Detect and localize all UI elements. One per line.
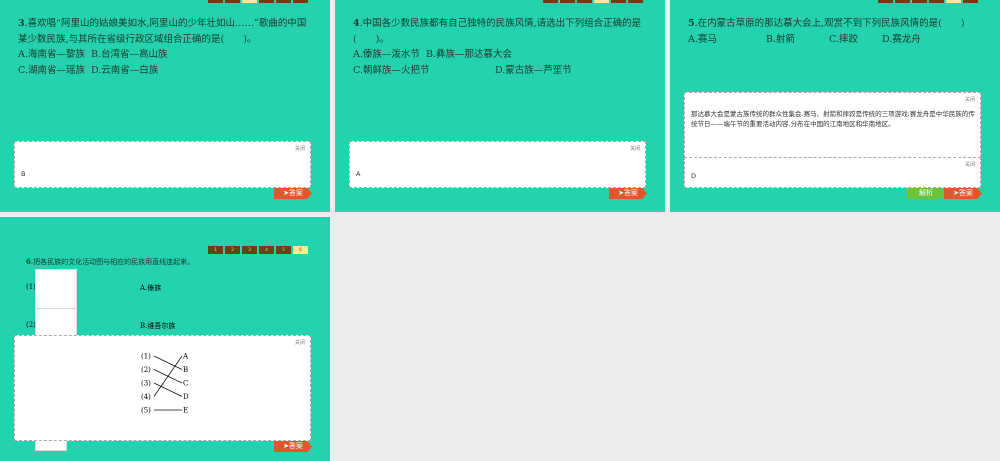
slide-question-5: 5.在内蒙古草原的那达慕大会上,观赏不到下列民族风情的是( ) A.赛马 B.射箭… <box>670 0 1000 212</box>
nav-4[interactable] <box>594 0 609 3</box>
page-nav <box>878 0 978 3</box>
close-button[interactable]: 关闭 <box>295 145 305 152</box>
answer-text: A <box>356 170 361 178</box>
page-nav <box>208 0 308 3</box>
matching-diagram: (1) (2) (3) (4) (5) ABCDE <box>141 353 189 415</box>
dance-image-1 <box>35 269 77 309</box>
page-nav: 123456 <box>208 246 308 254</box>
option-d: D.赛龙舟 <box>882 33 921 45</box>
analysis-box: 关闭 那达慕大会是蒙古族传统的群众性集会.赛马、射箭和摔跤是传统的三项游戏;赛龙… <box>684 92 981 158</box>
answer-button[interactable]: ➤答案 <box>944 188 982 199</box>
match-right-label: A <box>182 353 189 361</box>
nav-2[interactable] <box>560 0 575 3</box>
nav-2[interactable] <box>895 0 910 3</box>
nav-6[interactable] <box>293 0 308 3</box>
option-b: B.台湾省—高山族 <box>90 49 168 60</box>
match-left-label: (5) <box>141 407 151 415</box>
option-b: B.彝族—那达慕大会 <box>425 49 512 60</box>
nav-3[interactable] <box>577 0 592 3</box>
option-d: D.云南省—白族 <box>91 64 159 76</box>
slide-question-4: 4.中国各少数民族都有自己独特的民族风情,请选出下列组合正确的是( )。 A.傣… <box>335 0 665 212</box>
nav-6[interactable] <box>963 0 978 3</box>
close-button[interactable]: 关闭 <box>295 339 305 346</box>
option-c: C.摔跤 <box>829 33 858 45</box>
match-left-label: (2) <box>141 366 151 374</box>
answer-box: 关闭 (1) (2) (3) (4) (5) A B C D E <box>14 335 311 441</box>
match-right-label: C <box>183 380 188 388</box>
match-right-label: E <box>183 407 188 415</box>
nav-3[interactable] <box>912 0 927 3</box>
option-b: B.维吾尔族 <box>140 322 176 330</box>
answer-button[interactable]: ➤答案 <box>274 188 312 199</box>
dance-image-2 <box>35 308 77 337</box>
nav-6[interactable] <box>628 0 643 3</box>
slide-question-6: 123456 6.把各民族的文化活动图与相应的民族用直线连起来。 (1) A.傣… <box>0 217 330 461</box>
nav-3[interactable]: 3 <box>242 246 257 254</box>
nav-5[interactable]: 5 <box>276 246 291 254</box>
option-d: D.蒙古族—芦笙节 <box>495 64 572 76</box>
analysis-button[interactable]: 解析 <box>907 188 945 199</box>
nav-2[interactable]: 2 <box>225 246 240 254</box>
analysis-text: 那达慕大会是蒙古族传统的群众性集会.赛马、射箭和摔跤是传统的三项游戏;赛龙舟是中… <box>691 110 975 128</box>
answer-text: B <box>21 170 26 178</box>
answer-button[interactable]: ➤答案 <box>274 441 312 452</box>
slide-question-3: 3.喜欢唱“阿里山的姑娘美如水,阿里山的少年壮如山……”歌曲的中国某少数民族,与… <box>0 0 330 212</box>
option-a: A.赛马 <box>688 33 717 45</box>
match-left-label: (4) <box>141 393 151 401</box>
answer-text: D <box>691 172 697 180</box>
answer-box: 关闭 D <box>684 157 981 188</box>
question-text: 6.把各民族的文化活动图与相应的民族用直线连起来。 <box>26 257 195 266</box>
answer-box: 关闭 B <box>14 141 311 188</box>
question-text: 3.喜欢唱“阿里山的姑娘美如水,阿里山的少年壮如山……”歌曲的中国某少数民族,与… <box>18 16 312 78</box>
match-left-label: (3) <box>141 380 151 388</box>
match-right-label: B <box>183 366 188 374</box>
question-text: 5.在内蒙古草原的那达慕大会上,观赏不到下列民族风情的是( ) A.赛马 B.射箭… <box>688 16 982 47</box>
nav-4[interactable] <box>929 0 944 3</box>
option-c: C.湖南省—瑶族 <box>18 64 85 76</box>
close-button[interactable]: 关闭 <box>630 145 640 152</box>
page-nav <box>543 0 643 3</box>
nav-3[interactable] <box>242 0 257 3</box>
question-text: 4.中国各少数民族都有自己独特的民族风情,请选出下列组合正确的是( )。 A.傣… <box>353 16 647 78</box>
nav-4[interactable] <box>259 0 274 3</box>
answer-box: 关闭 A <box>349 141 646 188</box>
nav-6[interactable]: 6 <box>293 246 308 254</box>
match-left-label: (1) <box>141 353 151 361</box>
option-b: B.射箭 <box>766 33 796 45</box>
nav-1[interactable]: 1 <box>208 246 223 254</box>
option-c: C.朝鲜族—火把节 <box>353 64 430 76</box>
nav-5[interactable] <box>611 0 626 3</box>
nav-2[interactable] <box>225 0 240 3</box>
close-button[interactable]: 关闭 <box>965 161 975 168</box>
match-right-label: D <box>183 393 189 401</box>
option-a: A.傣族 <box>140 284 162 292</box>
nav-1[interactable] <box>543 0 558 3</box>
option-a: A.海南省—黎族 <box>18 49 85 60</box>
nav-5[interactable] <box>946 0 961 3</box>
nav-5[interactable] <box>276 0 291 3</box>
close-button[interactable]: 关闭 <box>965 96 975 103</box>
answer-button[interactable]: ➤答案 <box>609 188 647 199</box>
nav-1[interactable] <box>208 0 223 3</box>
nav-1[interactable] <box>878 0 893 3</box>
nav-4[interactable]: 4 <box>259 246 274 254</box>
option-a: A.傣族—泼水节 <box>353 49 420 60</box>
match-line <box>153 355 183 397</box>
